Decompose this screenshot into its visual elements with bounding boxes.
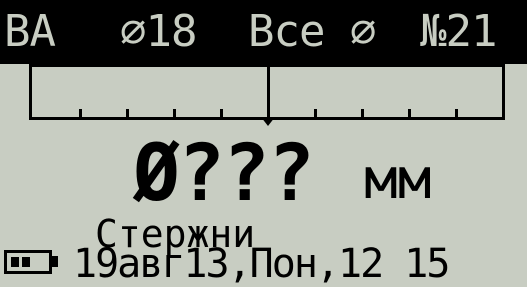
battery-icon (4, 250, 52, 274)
scale-tick (126, 109, 129, 117)
measurement-scale (29, 64, 505, 126)
scale-tick (314, 109, 317, 117)
measurement-units: мм (364, 147, 432, 212)
scale-tick (408, 109, 411, 117)
battery-segment (22, 257, 30, 267)
header-bar: ВА ⌀18 Все ⌀ №21 (0, 0, 527, 64)
scale-tick (220, 109, 223, 117)
record-number: №21 (420, 6, 497, 57)
needle-pointer-icon (261, 117, 275, 126)
mode-label: ВА (4, 6, 56, 57)
datetime-readout: 19авг13,Пон,12 15 (73, 241, 450, 287)
scale-tick (455, 109, 458, 117)
scale-tick (361, 109, 364, 117)
diameter-setting: ⌀18 (120, 6, 197, 57)
scale-tick (173, 109, 176, 117)
filter-setting: Все ⌀ (248, 6, 376, 57)
scale-tick (79, 109, 82, 117)
measurement-value: Ø??? (133, 129, 315, 219)
device-screen: ВА ⌀18 Все ⌀ №21 Ø??? мм Стержни 19авг13… (0, 0, 527, 286)
battery-segment (11, 257, 19, 267)
battery-cap (52, 256, 58, 267)
scale-tick (267, 109, 270, 117)
